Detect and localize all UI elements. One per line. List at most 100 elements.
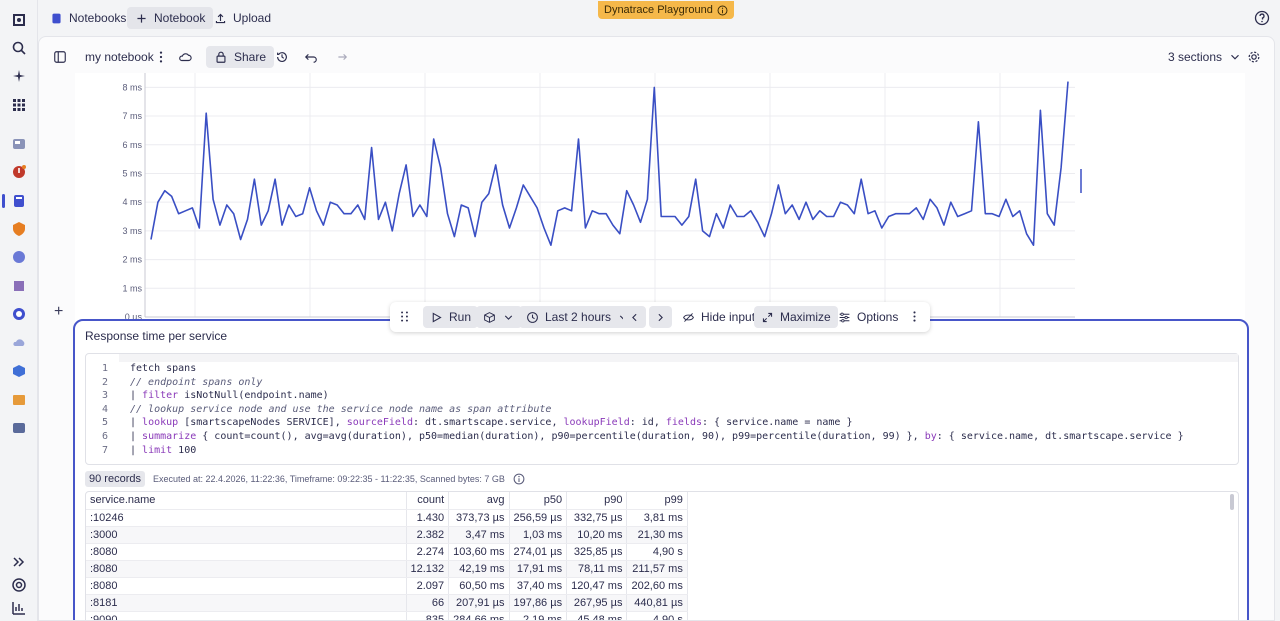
table-cell: 256,59 µs bbox=[509, 509, 568, 527]
more-vertical-icon[interactable] bbox=[154, 50, 168, 64]
timeframe-selector[interactable]: Last 2 hours bbox=[519, 306, 638, 328]
table-cell: 78,11 ms bbox=[566, 560, 628, 578]
table-row[interactable]: :9090 835 284,66 ms 2,19 ms 45,48 ms 4,90 s bbox=[86, 611, 688, 620]
left-rail bbox=[0, 0, 38, 621]
table-cell: :9090 bbox=[86, 611, 407, 620]
redo-icon[interactable] bbox=[334, 50, 348, 64]
hide-input-button[interactable]: Hide input bbox=[675, 306, 762, 328]
line-number: 4 bbox=[101, 403, 108, 415]
play-icon bbox=[432, 312, 442, 322]
query-section[interactable]: Response time per service 1 fetch spans 2 /… bbox=[73, 319, 1249, 620]
table-cell: :10246 bbox=[86, 509, 407, 527]
table-row[interactable]: :8080 2.097 60,50 ms 37,40 ms 120,47 ms 202,6… bbox=[86, 577, 688, 595]
run-button[interactable]: Run bbox=[423, 306, 479, 328]
chevron-down-icon bbox=[1231, 54, 1239, 60]
results-table[interactable]: service.name count avg p50 p90 p99 :10246 1.43… bbox=[85, 491, 1239, 620]
table-row[interactable]: :8080 2.274 103,60 ms 274,01 µs 325,85 µs 4,9… bbox=[86, 543, 688, 561]
code-text: | summarize { count=count(), avg=avg(dur… bbox=[130, 431, 1184, 442]
apps-grid-icon[interactable] bbox=[9, 95, 29, 115]
code-editor[interactable]: 1 fetch spans 2 // endpoint spans only 3 | fi… bbox=[85, 353, 1239, 465]
maximize-label: Maximize bbox=[780, 310, 831, 324]
kubernetes-app-icon[interactable] bbox=[9, 247, 29, 267]
services-app-icon[interactable] bbox=[9, 304, 29, 324]
table-scrollbar[interactable] bbox=[1230, 494, 1234, 510]
add-section-button[interactable]: + bbox=[54, 304, 68, 320]
table-row[interactable]: :8080 12.132 42,19 ms 17,91 ms 78,11 ms 211,5… bbox=[86, 560, 688, 578]
chart-card: 0 µs1 ms2 ms3 ms4 ms5 ms6 ms7 ms8 ms09:1… bbox=[75, 73, 1245, 341]
distributed-tracing-app-icon[interactable] bbox=[9, 361, 29, 381]
timeframe-prev-button[interactable] bbox=[623, 306, 646, 328]
table-cell: 325,85 µs bbox=[566, 543, 628, 561]
options-button[interactable]: Options bbox=[831, 306, 905, 328]
help-icon[interactable] bbox=[1254, 10, 1270, 26]
notebook-name[interactable]: my notebook bbox=[85, 46, 154, 68]
database-app-icon[interactable] bbox=[9, 418, 29, 438]
sparkle-icon[interactable] bbox=[9, 66, 29, 86]
playground-badge[interactable]: Dynatrace Playground bbox=[598, 1, 734, 19]
search-icon[interactable] bbox=[9, 38, 29, 58]
line-chart[interactable]: 0 µs1 ms2 ms3 ms4 ms5 ms6 ms7 ms8 ms09:1… bbox=[75, 73, 1245, 341]
table-cell: 42,19 ms bbox=[448, 560, 510, 578]
tab-notebook[interactable]: Notebook bbox=[127, 7, 214, 29]
playground-label: Dynatrace Playground bbox=[604, 4, 713, 16]
cloud-app-icon[interactable] bbox=[9, 333, 29, 353]
y-tick-label: 4 ms bbox=[122, 197, 142, 207]
cloud-sync-icon[interactable] bbox=[178, 50, 192, 64]
table-cell: 103,60 ms bbox=[448, 543, 510, 561]
sidebar-toggle-icon[interactable] bbox=[53, 50, 67, 64]
expand-icon[interactable] bbox=[9, 552, 29, 572]
upload-button[interactable]: Upload bbox=[206, 7, 279, 29]
problems-app-icon[interactable] bbox=[9, 162, 29, 182]
notebooks-icon bbox=[52, 13, 61, 23]
security-app-icon[interactable] bbox=[9, 219, 29, 239]
tab-notebooks[interactable]: Notebooks bbox=[42, 7, 134, 29]
table-row[interactable]: :3000 2.382 3,47 ms 1,03 ms 10,20 ms 21,30 ms bbox=[86, 526, 688, 544]
logs-app-icon[interactable] bbox=[9, 390, 29, 410]
table-row[interactable]: :10246 1.430 373,73 µs 256,59 µs 332,75 µs 3,… bbox=[86, 509, 688, 527]
chevron-left-icon bbox=[632, 313, 637, 321]
support-icon[interactable] bbox=[9, 575, 29, 595]
table-cell: 10,20 ms bbox=[566, 526, 628, 544]
notebooks-app-icon[interactable] bbox=[9, 191, 29, 211]
lock-icon bbox=[216, 51, 226, 63]
table-cell: 197,86 µs bbox=[509, 594, 568, 612]
code-text: // endpoint spans only bbox=[130, 376, 263, 388]
sliders-icon bbox=[839, 312, 850, 322]
drag-handle-icon[interactable] bbox=[398, 310, 411, 323]
column-header[interactable]: avg bbox=[448, 492, 510, 510]
table-cell: :8080 bbox=[86, 543, 407, 561]
column-header[interactable]: p50 bbox=[509, 492, 568, 510]
share-button[interactable]: Share bbox=[206, 46, 275, 68]
column-header[interactable]: p90 bbox=[566, 492, 628, 510]
infrastructure-app-icon[interactable] bbox=[9, 276, 29, 296]
line-number: 6 bbox=[101, 431, 108, 442]
table-cell: :3000 bbox=[86, 526, 407, 544]
table-cell: 21,30 ms bbox=[626, 526, 688, 544]
sections-dropdown[interactable]: 3 sections bbox=[1168, 46, 1242, 68]
column-header[interactable]: count bbox=[406, 492, 450, 510]
data-source-dropdown[interactable] bbox=[476, 306, 522, 328]
section-controls: Run Last 2 hours Hide input Maximize Opt… bbox=[390, 302, 930, 332]
dynatrace-logo-icon[interactable] bbox=[9, 10, 29, 30]
info-icon[interactable] bbox=[513, 473, 525, 485]
column-header[interactable]: p99 bbox=[626, 492, 688, 510]
table-cell: 4,90 s bbox=[626, 543, 688, 561]
table-cell: 373,73 µs bbox=[448, 509, 510, 527]
more-vertical-icon[interactable] bbox=[908, 310, 921, 323]
settings-gear-icon[interactable] bbox=[1247, 50, 1261, 64]
cube-icon bbox=[484, 311, 495, 323]
maximize-button[interactable]: Maximize bbox=[754, 306, 838, 328]
info-icon bbox=[717, 5, 728, 15]
undo-icon[interactable] bbox=[304, 50, 318, 64]
table-cell: 2,19 ms bbox=[509, 611, 568, 620]
analytics-icon[interactable] bbox=[9, 598, 29, 618]
timeframe-next-button[interactable] bbox=[649, 306, 672, 328]
table-row[interactable]: :8181 66 207,91 µs 197,86 µs 267,95 µs 440,81… bbox=[86, 594, 688, 612]
history-icon[interactable] bbox=[275, 50, 289, 64]
column-header[interactable]: service.name bbox=[86, 492, 407, 510]
table-cell: 3,47 ms bbox=[448, 526, 510, 544]
run-label: Run bbox=[449, 310, 472, 324]
table-cell: 66 bbox=[406, 594, 450, 612]
dashboards-app-icon[interactable] bbox=[9, 134, 29, 154]
table-cell: 274,01 µs bbox=[509, 543, 568, 561]
